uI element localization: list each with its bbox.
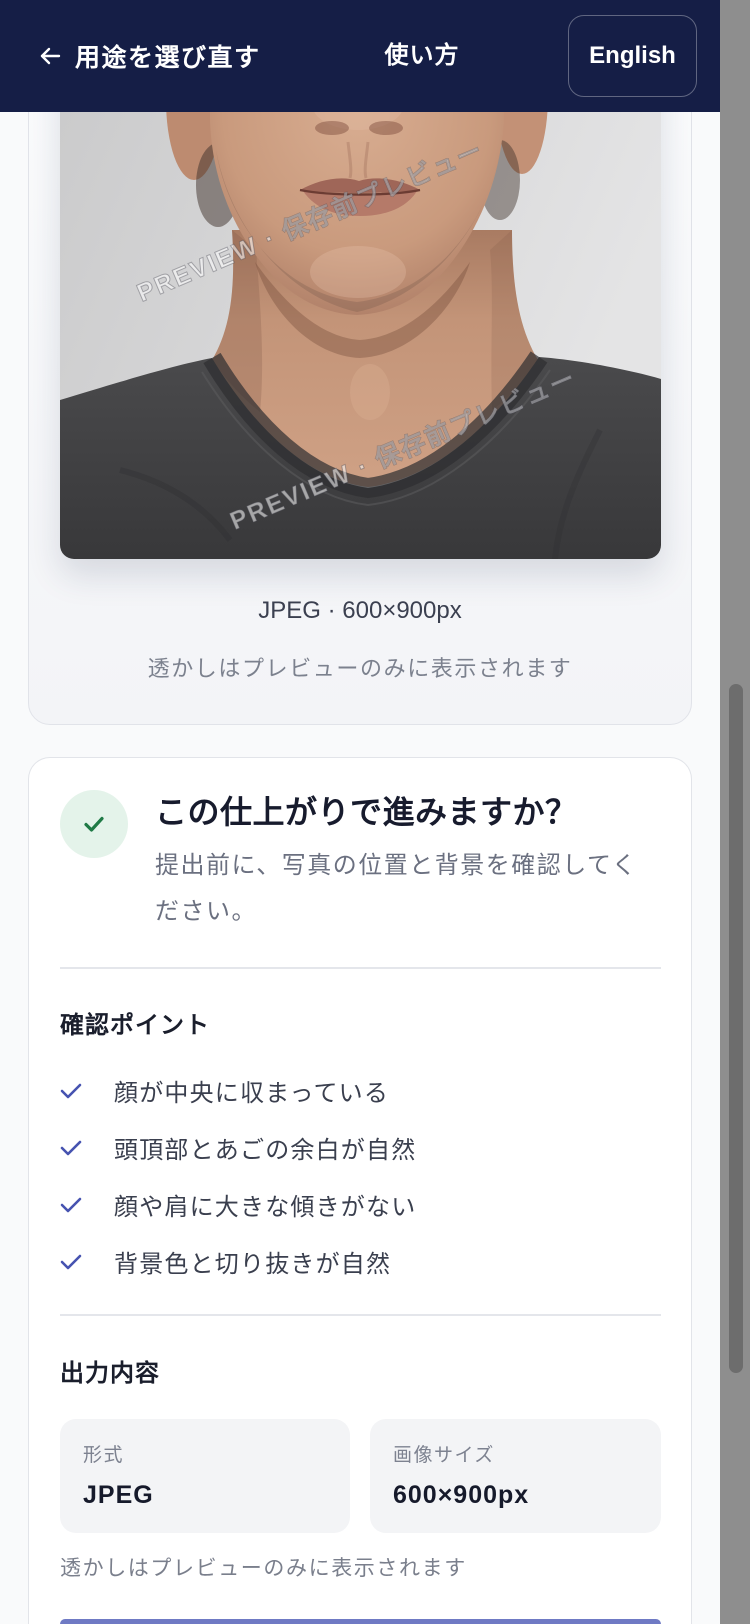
checkpoints-heading: 確認ポイント	[60, 1012, 210, 1039]
output-heading: 出力内容	[60, 1360, 160, 1387]
output-format-value: JPEG	[83, 1481, 154, 1509]
checkpoint-item: 顔が中央に収まっている	[60, 1062, 661, 1119]
checkpoint-item: 頭頂部とあごの余白が自然	[60, 1119, 661, 1176]
divider	[60, 967, 661, 969]
check-icon	[60, 1197, 82, 1212]
checkpoint-item: 背景色と切り抜きが自然	[60, 1233, 661, 1290]
scrollbar-thumb[interactable]	[729, 684, 743, 1373]
back-button[interactable]: 用途を選び直す	[39, 0, 261, 112]
file-info: JPEG · 600×900px	[258, 597, 462, 624]
how-to-link[interactable]: 使い方	[372, 0, 472, 112]
checkpoint-list: 顔が中央に収まっている 頭頂部とあごの余白が自然 顔や肩に大きな傾きがない 背景…	[60, 1062, 661, 1290]
scrollbar[interactable]	[720, 0, 750, 1624]
check-icon	[60, 1083, 82, 1098]
language-toggle-button[interactable]: English	[568, 15, 697, 97]
checkpoint-label: 頭頂部とあごの余白が自然	[114, 1137, 417, 1164]
page-viewport: 用途を選び直す 使い方 English PREVIEW · 保存前プレビュー P…	[0, 0, 720, 1624]
checkpoint-label: 顔や肩に大きな傾きがない	[114, 1194, 417, 1221]
confirm-subtitle: 提出前に、写真の位置と背景を確認してください。	[155, 852, 638, 925]
watermark-note: 透かしはプレビューのみに表示されます	[147, 656, 573, 681]
output-size-label: 画像サイズ	[393, 1445, 495, 1466]
check-icon	[84, 816, 104, 832]
app-header: 用途を選び直す 使い方 English	[0, 0, 720, 112]
output-size-box: 画像サイズ 600×900px	[370, 1419, 661, 1533]
arrow-left-icon	[39, 46, 61, 66]
output-size-value: 600×900px	[393, 1481, 530, 1509]
checkpoint-item: 顔や肩に大きな傾きがない	[60, 1176, 661, 1233]
checkpoint-label: 顔が中央に収まっている	[114, 1080, 390, 1107]
back-button-label: 用途を選び直す	[75, 44, 261, 72]
check-circle-icon	[60, 790, 128, 858]
checkpoint-label: 背景色と切り抜きが自然	[114, 1251, 392, 1278]
output-format-box: 形式 JPEG	[60, 1419, 350, 1533]
watermark-note: 透かしはプレビューのみに表示されます	[60, 1557, 467, 1580]
check-icon	[60, 1140, 82, 1155]
confirm-title: この仕上がりで進みますか？	[155, 794, 578, 830]
continue-button[interactable]	[60, 1619, 661, 1624]
output-format-label: 形式	[83, 1445, 125, 1466]
divider	[60, 1314, 661, 1316]
check-icon	[60, 1254, 82, 1269]
confirm-card: この仕上がりで進みますか？ 提出前に、写真の位置と背景を確認してください。 確認…	[28, 757, 692, 1624]
